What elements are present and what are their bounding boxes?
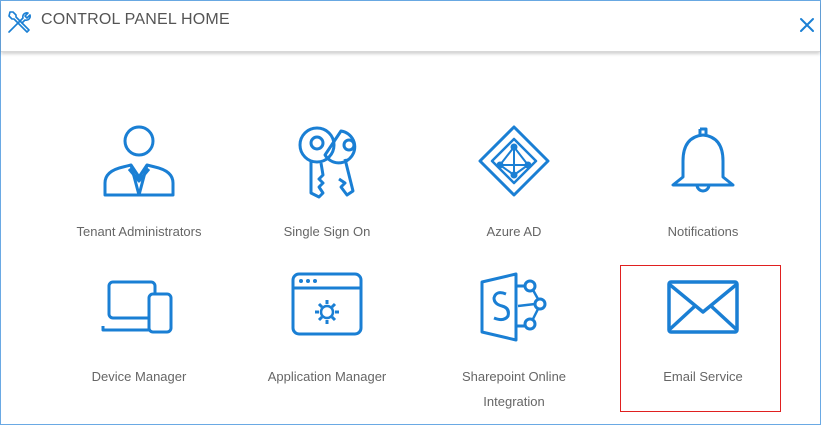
- tile-label: Tenant Administrators: [76, 224, 202, 239]
- close-icon[interactable]: [798, 16, 816, 34]
- tile-tenant-administrators[interactable]: Tenant Administrators: [49, 121, 229, 261]
- panel-header: CONTROL PANEL HOME: [1, 1, 820, 52]
- tile-application-manager[interactable]: Application Manager: [237, 266, 417, 406]
- tile-sharepoint-online-integration[interactable]: Sharepoint Online Integration: [424, 266, 604, 409]
- azure-ad-icon: [478, 125, 550, 197]
- tile-notifications[interactable]: Notifications: [613, 121, 793, 261]
- tile-label: Azure AD: [486, 224, 542, 239]
- tile-azure-ad[interactable]: Azure AD: [424, 121, 604, 261]
- page-title: CONTROL PANEL HOME: [41, 11, 230, 28]
- tile-single-sign-on[interactable]: Single Sign On: [237, 121, 417, 261]
- tile-label: Application Manager: [267, 369, 387, 384]
- selection-highlight: [620, 265, 781, 412]
- tile-label: Device Manager: [91, 369, 187, 384]
- application-window-icon: [291, 272, 363, 336]
- tools-icon: [8, 11, 31, 33]
- tile-label: Single Sign On: [283, 224, 371, 239]
- bell-icon: [671, 127, 735, 193]
- user-admin-icon: [103, 125, 175, 197]
- control-panel-window: CONTROL PANEL HOME Tenant Administrators…: [0, 0, 821, 425]
- keys-icon: [298, 126, 357, 199]
- tile-device-manager[interactable]: Device Manager: [49, 266, 229, 406]
- tile-label: Sharepoint Online Integration: [461, 369, 567, 409]
- sharepoint-icon: [480, 272, 547, 342]
- tile-label: Notifications: [667, 224, 739, 239]
- devices-icon: [101, 280, 173, 334]
